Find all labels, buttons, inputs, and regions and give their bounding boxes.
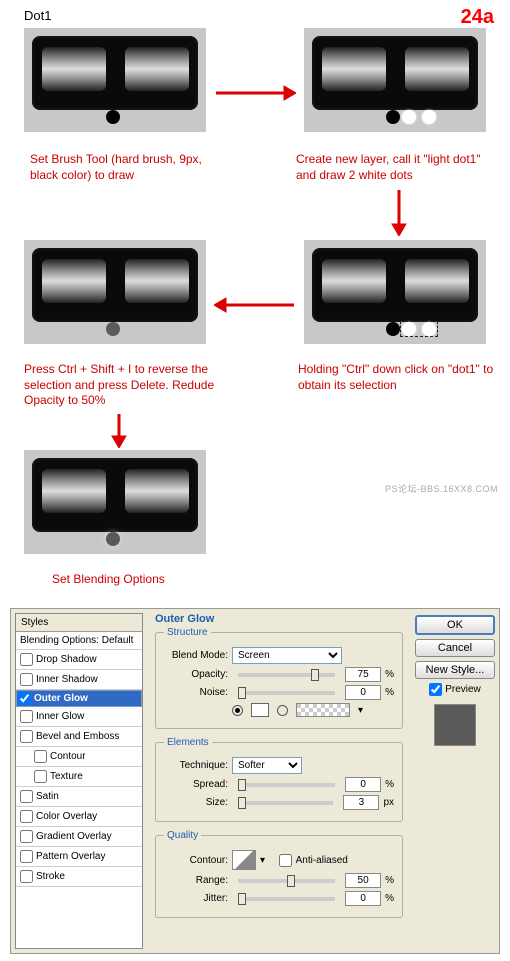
- step5-image: [24, 450, 206, 554]
- jitter-label: Jitter:: [164, 893, 228, 904]
- cancel-button[interactable]: Cancel: [415, 639, 495, 657]
- style-satin[interactable]: Satin: [16, 787, 142, 807]
- noise-value[interactable]: 0: [345, 685, 381, 700]
- watermark: PS论坛-BBS.16XX8.COM: [385, 482, 498, 495]
- checkbox[interactable]: [20, 710, 33, 723]
- style-drop-shadow[interactable]: Drop Shadow: [16, 650, 142, 670]
- structure-group: Structure Blend Mode:Screen Opacity:75% …: [155, 627, 403, 729]
- styles-list: Styles Blending Options: Default Drop Sh…: [15, 613, 143, 949]
- style-texture[interactable]: Texture: [16, 767, 142, 787]
- dropdown-icon[interactable]: ▾: [260, 855, 265, 866]
- step4-image: [24, 240, 206, 344]
- checkbox[interactable]: [34, 750, 47, 763]
- step1-caption: Set Brush Tool (hard brush, 9px, black c…: [30, 152, 206, 183]
- step1-image: [24, 28, 206, 132]
- style-outer-glow[interactable]: Outer Glow: [16, 690, 142, 707]
- step3-caption: Holding "Ctrl" down click on "dot1" to o…: [298, 362, 498, 393]
- step2-caption: Create new layer, call it "light dot1" a…: [296, 152, 496, 183]
- page-title: Dot1: [24, 8, 51, 23]
- preview-checkbox[interactable]: [429, 683, 442, 696]
- contour-label: Contour:: [164, 855, 228, 866]
- step2-image: [304, 28, 486, 132]
- size-label: Size:: [164, 797, 228, 808]
- quality-legend: Quality: [164, 830, 201, 841]
- elements-legend: Elements: [164, 737, 212, 748]
- checkbox[interactable]: [20, 830, 33, 843]
- style-bevel-emboss[interactable]: Bevel and Emboss: [16, 727, 142, 747]
- opacity-slider[interactable]: [238, 673, 335, 677]
- style-stroke[interactable]: Stroke: [16, 867, 142, 887]
- checkbox[interactable]: [20, 653, 33, 666]
- checkbox[interactable]: [34, 770, 47, 783]
- gradient-swatch[interactable]: [296, 703, 350, 717]
- checkbox[interactable]: [20, 730, 33, 743]
- style-inner-glow[interactable]: Inner Glow: [16, 707, 142, 727]
- size-slider[interactable]: [238, 801, 333, 805]
- blending-options-default[interactable]: Blending Options: Default: [16, 632, 142, 650]
- dialog-buttons: OK Cancel New Style... Preview: [411, 609, 499, 953]
- opacity-value[interactable]: 75: [345, 667, 381, 682]
- panel-title: Outer Glow: [155, 613, 403, 625]
- noise-label: Noise:: [164, 687, 228, 698]
- technique-label: Technique:: [164, 760, 228, 771]
- technique-select[interactable]: Softer: [232, 757, 302, 774]
- antialiased-label: Anti-aliased: [296, 855, 348, 866]
- opacity-label: Opacity:: [164, 669, 228, 680]
- checkbox[interactable]: [20, 790, 33, 803]
- noise-slider[interactable]: [238, 691, 335, 695]
- elements-group: Elements Technique:Softer Spread:0% Size…: [155, 737, 403, 822]
- step3-image: [304, 240, 486, 344]
- layer-style-dialog: Styles Blending Options: Default Drop Sh…: [10, 608, 500, 954]
- spread-value[interactable]: 0: [345, 777, 381, 792]
- arrow-left-icon: [214, 296, 296, 314]
- style-contour[interactable]: Contour: [16, 747, 142, 767]
- color-radio[interactable]: [232, 705, 243, 716]
- arrow-right-icon: [214, 84, 296, 102]
- blendmode-select[interactable]: Screen: [232, 647, 342, 664]
- preview-label: Preview: [445, 684, 481, 695]
- arrow-down-icon: [390, 188, 408, 236]
- spread-slider[interactable]: [238, 783, 335, 787]
- range-label: Range:: [164, 875, 228, 886]
- spread-label: Spread:: [164, 779, 228, 790]
- color-swatch[interactable]: [251, 703, 269, 717]
- preview-swatch: [434, 704, 476, 746]
- contour-picker[interactable]: [232, 850, 256, 870]
- checkbox[interactable]: [20, 673, 33, 686]
- range-slider[interactable]: [238, 879, 335, 883]
- style-pattern-overlay[interactable]: Pattern Overlay: [16, 847, 142, 867]
- options-panel: Outer Glow Structure Blend Mode: Screen O…: [147, 609, 411, 953]
- style-inner-shadow[interactable]: Inner Shadow: [16, 670, 142, 690]
- range-value[interactable]: 50: [345, 873, 381, 888]
- antialiased-checkbox[interactable]: [279, 854, 292, 867]
- arrow-down-icon: [110, 412, 128, 448]
- dropdown-icon[interactable]: ▾: [358, 705, 363, 716]
- new-style-button[interactable]: New Style...: [415, 661, 495, 679]
- checkbox[interactable]: [20, 810, 33, 823]
- jitter-value[interactable]: 0: [345, 891, 381, 906]
- blendmode-label: Blend Mode:: [164, 650, 228, 661]
- step5-caption: Set Blending Options: [52, 572, 165, 588]
- ok-button[interactable]: OK: [415, 615, 495, 635]
- quality-group: Quality Contour:▾ Anti-aliased Range:50%…: [155, 830, 403, 918]
- style-color-overlay[interactable]: Color Overlay: [16, 807, 142, 827]
- checkbox[interactable]: [20, 870, 33, 883]
- jitter-slider[interactable]: [238, 897, 335, 901]
- checkbox[interactable]: [18, 692, 31, 705]
- step4-caption: Press Ctrl + Shift + I to reverse the se…: [24, 362, 224, 409]
- gradient-radio[interactable]: [277, 705, 288, 716]
- size-value[interactable]: 3: [343, 795, 379, 810]
- step-number: 24a: [461, 6, 494, 29]
- styles-header: Styles: [16, 614, 142, 632]
- style-gradient-overlay[interactable]: Gradient Overlay: [16, 827, 142, 847]
- structure-legend: Structure: [164, 627, 211, 638]
- checkbox[interactable]: [20, 850, 33, 863]
